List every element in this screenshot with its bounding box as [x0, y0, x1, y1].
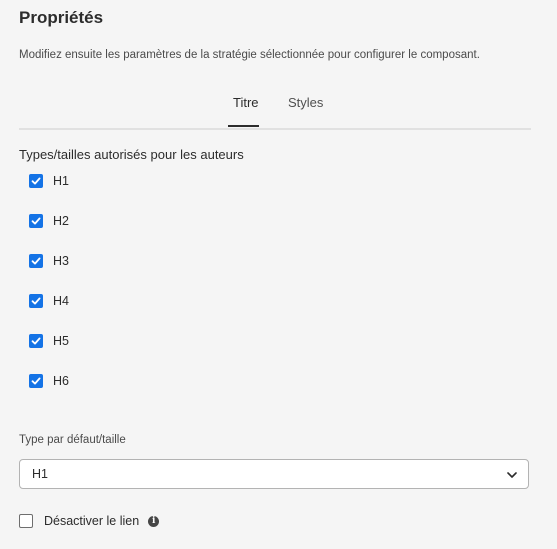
checkmark-icon — [31, 297, 41, 305]
default-type-label: Type par défaut/taille — [19, 434, 126, 446]
disable-link-checkbox[interactable] — [19, 514, 33, 528]
checkbox-h4[interactable] — [29, 294, 43, 308]
checkbox-h3[interactable] — [29, 254, 43, 268]
checkbox-row-h6[interactable]: H6 — [29, 373, 69, 389]
allowed-types-label: Types/tailles autorisés pour les auteurs — [19, 147, 244, 162]
panel-description: Modifiez ensuite les paramètres de la st… — [19, 49, 480, 61]
properties-panel: Propriétés Modifiez ensuite les paramètr… — [0, 0, 557, 549]
chevron-down-icon — [507, 472, 517, 478]
checkmark-icon — [31, 257, 41, 265]
checkbox-row-h4[interactable]: H4 — [29, 293, 69, 309]
checkbox-label: H1 — [53, 174, 69, 188]
checkbox-label: H2 — [53, 214, 69, 228]
checkbox-label: H4 — [53, 294, 69, 308]
info-icon[interactable]: i — [148, 515, 160, 527]
checkmark-icon — [31, 217, 41, 225]
page-title: Propriétés — [19, 8, 104, 27]
tab-bar: Titre Styles — [19, 90, 531, 130]
checkbox-h2[interactable] — [29, 214, 43, 228]
checkmark-icon — [31, 337, 41, 345]
checkbox-row-h2[interactable]: H2 — [29, 213, 69, 229]
disable-link-label: Désactiver le lien — [44, 514, 140, 528]
checkbox-row-h3[interactable]: H3 — [29, 253, 69, 269]
disable-link-row[interactable]: Désactiver le lien i — [19, 513, 160, 529]
default-type-select[interactable]: H1 — [19, 459, 529, 489]
checkbox-label: H3 — [53, 254, 69, 268]
checkmark-icon — [31, 377, 41, 385]
select-value: H1 — [32, 467, 48, 481]
active-tab-indicator — [228, 125, 259, 127]
checkbox-h6[interactable] — [29, 374, 43, 388]
checkbox-h5[interactable] — [29, 334, 43, 348]
checkbox-label: H5 — [53, 334, 69, 348]
checkbox-row-h1[interactable]: H1 — [29, 173, 69, 189]
checkbox-h1[interactable] — [29, 174, 43, 188]
checkbox-row-h5[interactable]: H5 — [29, 333, 69, 349]
tab-titre[interactable]: Titre — [233, 95, 259, 110]
checkmark-icon — [31, 177, 41, 185]
checkbox-label: H6 — [53, 374, 69, 388]
tab-styles[interactable]: Styles — [288, 95, 323, 110]
